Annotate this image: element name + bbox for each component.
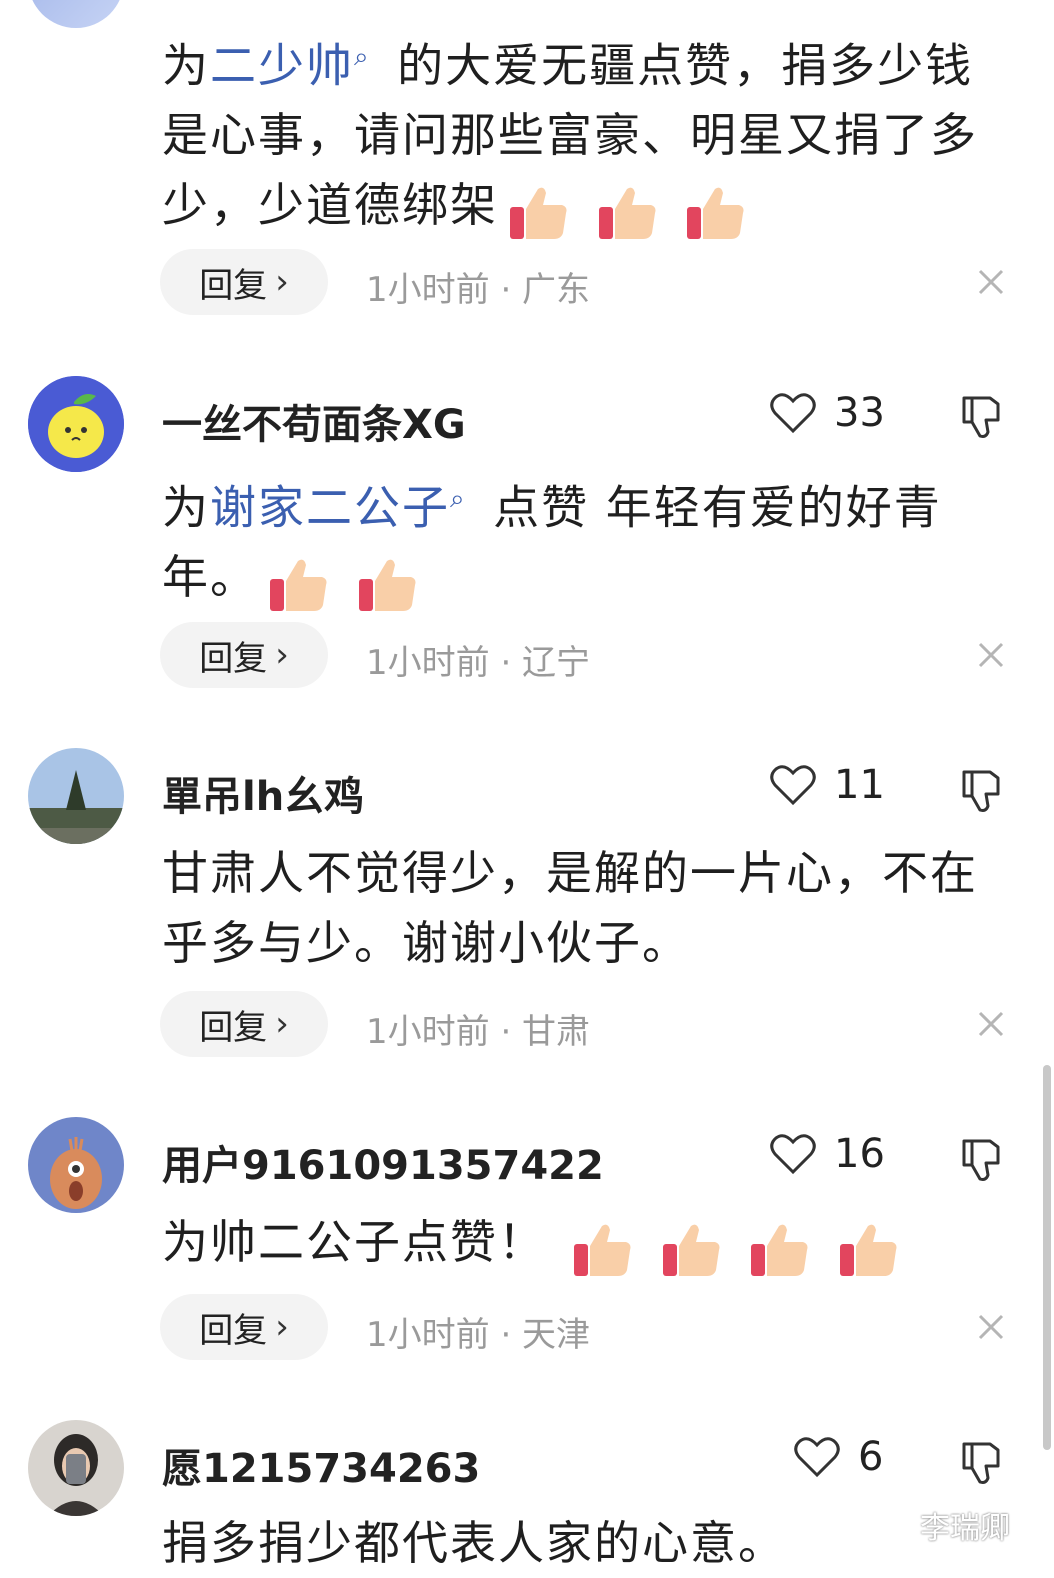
avatar[interactable] (28, 748, 124, 844)
thumbs-up-emoji (662, 1224, 720, 1276)
comment-text: 捐多捐少都代表人家的心意。 (162, 1516, 786, 1570)
reply-button[interactable]: 回复 › (160, 991, 328, 1057)
reply-label: 回复 (199, 1310, 268, 1351)
comment-meta: 1小时前 · 甘肃 (366, 1012, 591, 1052)
chevron-right-icon: › (275, 635, 289, 675)
chevron-right-icon: › (275, 1307, 289, 1347)
avatar[interactable] (28, 0, 124, 28)
text-prefix: 为 (162, 38, 210, 93)
like-count: 16 (834, 1131, 885, 1177)
comment-meta: 1小时前 · 天津 (366, 1315, 591, 1355)
thumbs-up-emoji (751, 1224, 808, 1276)
close-icon[interactable] (974, 1007, 1008, 1041)
thumbs-up-emoji-group (562, 1211, 900, 1281)
text-prefix: 为 (162, 480, 210, 535)
comment-meta: 1小时前 · 广东 (366, 270, 591, 310)
comment-meta: 1小时前 · 辽宁 (366, 643, 591, 683)
avatar[interactable] (28, 1117, 124, 1213)
search-icon: ⌕ (354, 42, 371, 72)
thumbs-up-emoji (598, 187, 656, 240)
thumbs-up-emoji-group (498, 174, 747, 244)
thumb-down-icon[interactable] (958, 1137, 1004, 1183)
lemon-avatar-icon (28, 376, 124, 472)
thumbs-up-emoji (270, 559, 327, 612)
thumbs-up-emoji (687, 187, 744, 240)
thumb-down-icon[interactable] (958, 768, 1004, 814)
text-body: 为帅二公子点赞！ (162, 1215, 546, 1269)
like-button[interactable]: 11 (770, 762, 885, 808)
reply-label: 回复 (199, 638, 268, 679)
reply-label: 回复 (199, 265, 268, 306)
reply-label: 回复 (199, 1007, 268, 1048)
avatar[interactable] (28, 376, 124, 472)
cartoon-avatar-icon (28, 1117, 124, 1213)
reply-button[interactable]: 回复 › (160, 622, 328, 688)
thumbs-up-emoji (358, 559, 416, 612)
username[interactable]: 單吊lh幺鸡 (162, 764, 364, 822)
thumbs-up-emoji (839, 1224, 897, 1276)
username[interactable]: 愿1215734263 (162, 1436, 480, 1494)
comment-text: 为帅二公子点赞！ (162, 1207, 992, 1281)
thumb-down-icon[interactable] (958, 394, 1004, 440)
thumb-down-icon[interactable] (958, 1440, 1004, 1486)
reply-button[interactable]: 回复 › (160, 249, 328, 315)
chevron-right-icon: › (275, 1004, 289, 1044)
like-button[interactable]: 16 (770, 1131, 885, 1177)
username[interactable]: 一丝不苟面条XG (162, 392, 466, 450)
scrollbar[interactable] (1043, 1065, 1051, 1450)
comment-text: 为二少帅⌕ 的大爱无疆点赞，捐多少钱是心事，请问那些富豪、明星又捐了多少，少道德… (162, 22, 992, 244)
thumbs-up-emoji (510, 187, 567, 240)
thumbs-up-emoji (574, 1224, 631, 1276)
comment-text: 为谢家二公子⌕ 点赞 年轻有爱的好青年。 (162, 464, 992, 616)
topic-link[interactable]: 谢家二公子 (210, 480, 450, 534)
username[interactable]: 用户9161091357422 (162, 1133, 604, 1191)
comment-text: 甘肃人不觉得少，是解的一片心，不在乎多与少。谢谢小伙子。 (162, 846, 978, 970)
like-count: 6 (858, 1434, 884, 1480)
like-button[interactable]: 6 (794, 1434, 883, 1480)
thumbs-up-emoji-group (258, 546, 419, 616)
photo-avatar-icon (28, 1420, 124, 1516)
like-button[interactable]: 33 (770, 390, 885, 436)
close-icon[interactable] (974, 1310, 1008, 1344)
heart-outline-icon (794, 1437, 840, 1478)
watermark: 李瑞卿 (920, 1511, 1010, 1546)
close-icon[interactable] (974, 638, 1008, 672)
search-icon: ⌕ (450, 484, 467, 514)
heart-outline-icon (770, 393, 816, 434)
heart-outline-icon (770, 765, 816, 806)
avatar[interactable] (28, 1420, 124, 1516)
like-count: 11 (834, 762, 885, 808)
topic-link[interactable]: 二少帅 (210, 38, 354, 92)
chevron-right-icon: › (275, 262, 289, 302)
close-icon[interactable] (974, 265, 1008, 299)
landscape-avatar-icon (28, 748, 124, 844)
reply-button[interactable]: 回复 › (160, 1294, 328, 1360)
heart-outline-icon (770, 1134, 816, 1175)
like-count: 33 (834, 390, 885, 436)
